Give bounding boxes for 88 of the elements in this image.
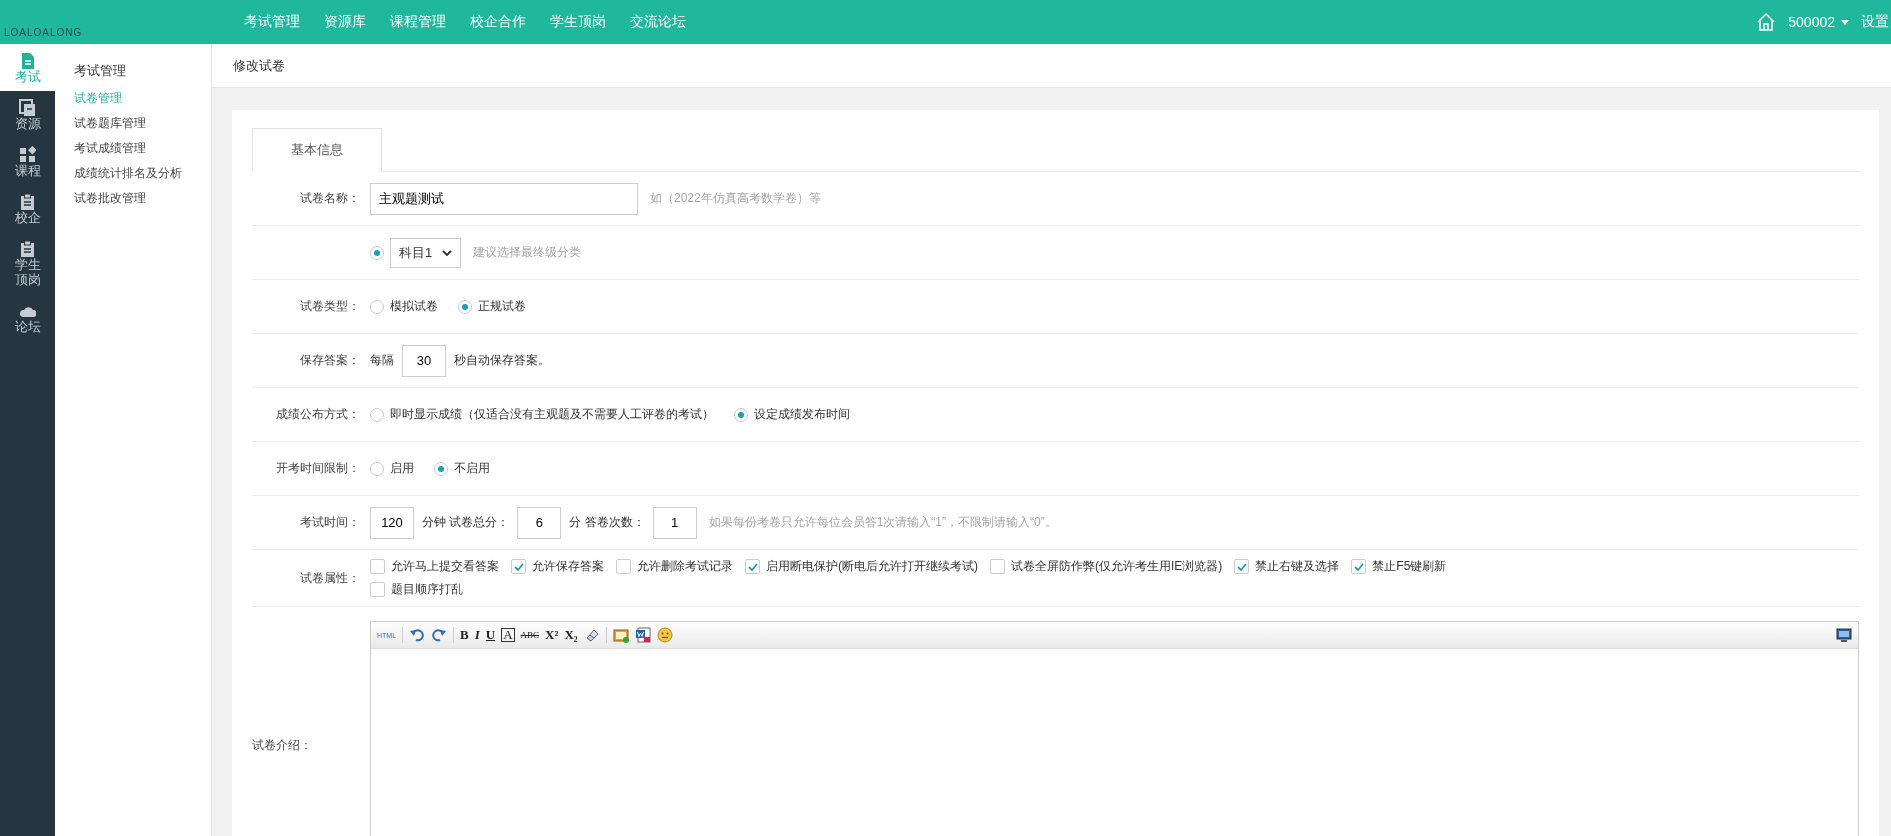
option-label: 试卷全屏防作弊(仅允许考生用IE浏览器) bbox=[1011, 558, 1223, 575]
undo-icon[interactable] bbox=[409, 627, 426, 643]
document-icon bbox=[19, 52, 36, 70]
chevron-down-icon bbox=[442, 249, 453, 256]
redo-icon[interactable] bbox=[431, 627, 448, 643]
field-text: 分 答卷次数： bbox=[569, 514, 645, 531]
monitor-icon[interactable] bbox=[1836, 627, 1852, 643]
submenu-item[interactable]: 试卷题库管理 bbox=[74, 111, 211, 136]
sidebar-item[interactable]: 校企 bbox=[0, 184, 55, 232]
tab[interactable]: 基本信息 bbox=[252, 128, 382, 172]
hint-text: 如果每份考卷只允许每位会员答1次请输入“1”，不限制请输入“0”。 bbox=[708, 514, 1057, 531]
number-field[interactable]: 30 bbox=[402, 344, 446, 377]
sidebar-item[interactable]: 资源 bbox=[0, 90, 55, 138]
checkbox[interactable] bbox=[511, 559, 526, 574]
toolbar-button[interactable]: U bbox=[485, 627, 496, 643]
option-label: 禁止F5键刷新 bbox=[1372, 558, 1447, 575]
submenu-title: 考试管理 bbox=[74, 62, 127, 80]
checkmark-icon bbox=[513, 562, 524, 571]
caret-icon bbox=[1841, 19, 1849, 25]
checkbox[interactable] bbox=[616, 559, 631, 574]
hint-text: 如（2022年仿真高考数学卷）等 bbox=[650, 190, 821, 207]
toolbar-button[interactable]: X² bbox=[545, 627, 559, 643]
option-label: 允许马上提交看答案 bbox=[391, 558, 499, 575]
radio-button[interactable] bbox=[434, 461, 448, 476]
field-label: 试卷名称： bbox=[300, 191, 360, 205]
clipboard-icon bbox=[19, 192, 36, 211]
option-label: 启用 bbox=[390, 460, 414, 477]
sidebar-item[interactable]: 论坛 bbox=[0, 293, 55, 341]
sidebar-item[interactable]: 学生顶岗 bbox=[0, 231, 55, 294]
checkbox[interactable] bbox=[370, 582, 385, 597]
radio-button[interactable] bbox=[458, 299, 472, 314]
submenu-item[interactable]: 成绩统计排名及分析 bbox=[74, 161, 211, 186]
copy-icon bbox=[19, 98, 36, 117]
field-label: 开考时间限制： bbox=[276, 461, 360, 475]
grid-icon bbox=[19, 145, 36, 164]
document-icon[interactable] bbox=[634, 627, 651, 643]
number-field[interactable]: 6 bbox=[517, 506, 562, 539]
toolbar-button[interactable]: X₂ bbox=[564, 627, 578, 643]
option-label: 模拟试卷 bbox=[390, 298, 438, 315]
option-label: 允许删除考试记录 bbox=[637, 558, 733, 575]
submenu-item[interactable]: 考试成绩管理 bbox=[74, 136, 211, 161]
option-label: 正规试卷 bbox=[478, 298, 526, 315]
checkmark-icon bbox=[747, 562, 758, 571]
field-label: 试卷介绍： bbox=[252, 736, 312, 754]
field-label: 保存答案： bbox=[300, 353, 360, 367]
radio-button[interactable] bbox=[734, 407, 748, 422]
option-label: 设定成绩发布时间 bbox=[754, 406, 850, 423]
clipboard-icon bbox=[19, 239, 36, 258]
checkbox[interactable] bbox=[990, 559, 1005, 574]
toolbar-button[interactable]: A bbox=[501, 628, 515, 642]
dropdown[interactable]: 科目1 bbox=[390, 237, 462, 268]
field-text: 每隔 bbox=[370, 352, 394, 369]
option-label: 启用断电保护(断电后允许打开继续考试) bbox=[766, 558, 978, 575]
option-label: 允许保存答案 bbox=[532, 558, 604, 575]
text-field[interactable]: 主观题测试 bbox=[370, 182, 638, 215]
toolbar-button[interactable]: ABC bbox=[520, 630, 540, 640]
option-label: 题目顺序打乱 bbox=[391, 581, 463, 598]
toolbar-button[interactable]: I bbox=[474, 627, 480, 643]
field-label: 试卷类型： bbox=[300, 299, 360, 313]
checkbox[interactable] bbox=[370, 559, 385, 574]
logo-text: LOALOALONG bbox=[3, 27, 84, 40]
sidebar-item[interactable]: 课程 bbox=[0, 137, 55, 185]
option-label: 不启用 bbox=[454, 460, 490, 477]
radio-button[interactable] bbox=[370, 245, 384, 260]
field-text: 秒自动保存答案。 bbox=[454, 352, 550, 369]
radio-button[interactable] bbox=[370, 407, 384, 422]
field-label: 考试时间： bbox=[300, 515, 360, 529]
checkmark-icon bbox=[1236, 562, 1247, 571]
field-label: 成绩公布方式： bbox=[276, 407, 360, 421]
field-label: 试卷属性： bbox=[300, 570, 360, 585]
option-label: 即时显示成绩（仅适合没有主观题及不需要人工评卷的考试） bbox=[390, 406, 714, 423]
home-icon[interactable] bbox=[1756, 12, 1777, 32]
checkbox[interactable] bbox=[1351, 559, 1367, 574]
page-title: 修改试卷 bbox=[233, 56, 285, 75]
number-field[interactable]: 1 bbox=[652, 506, 697, 539]
radio-button[interactable] bbox=[370, 461, 384, 476]
checkbox[interactable] bbox=[1234, 559, 1250, 574]
checkmark-icon bbox=[1353, 562, 1364, 571]
field-text: 分钟 试卷总分： bbox=[422, 514, 510, 531]
number-field[interactable]: 120 bbox=[370, 506, 414, 539]
submenu-item[interactable]: 试卷批改管理 bbox=[74, 186, 211, 211]
smiley-icon[interactable] bbox=[656, 627, 673, 643]
toolbar-button[interactable]: B bbox=[460, 627, 469, 643]
radio-button[interactable] bbox=[370, 299, 384, 314]
option-label: 禁止右键及选择 bbox=[1255, 558, 1340, 575]
checkbox[interactable] bbox=[745, 559, 760, 574]
image-icon[interactable] bbox=[612, 627, 629, 643]
hint-text: 建议选择最终级分类 bbox=[473, 244, 582, 261]
